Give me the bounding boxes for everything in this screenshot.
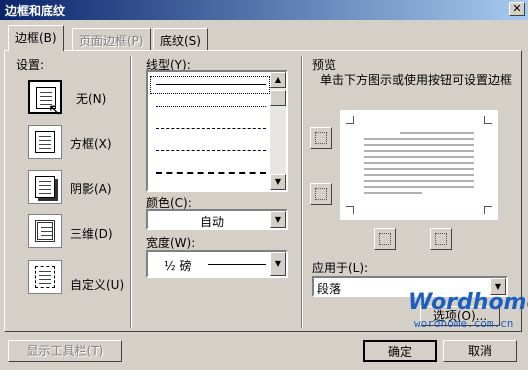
line-style-selected — [150, 76, 270, 94]
setting-3d-label: 三维(D) — [70, 227, 113, 241]
border-top-icon — [315, 132, 327, 144]
arrow-down-icon: ▼ — [274, 177, 282, 186]
doc-box-icon — [35, 131, 55, 153]
preview-text-line — [400, 132, 474, 134]
preview-text-line — [364, 168, 474, 170]
corner-mark — [484, 116, 492, 124]
border-bottom-button[interactable] — [310, 183, 332, 205]
corner-mark — [346, 206, 354, 214]
apply-to-label: 应用于(L): — [312, 261, 369, 275]
tab-shading[interactable]: 底纹(S) — [153, 28, 208, 50]
scroll-down-button[interactable]: ▼ — [270, 174, 286, 190]
line-style-solid[interactable] — [156, 84, 266, 85]
divider — [301, 56, 303, 328]
close-icon: ✕ — [512, 2, 522, 15]
preview-text-line — [364, 174, 474, 176]
close-button[interactable]: ✕ — [509, 2, 525, 16]
title-bar[interactable]: 边框和底纹 ✕ — [0, 0, 528, 20]
preview-text-line — [364, 192, 422, 194]
width-select[interactable]: ½ 磅 ▼ — [146, 250, 288, 278]
line-style-list[interactable]: ▲ ▼ — [146, 70, 288, 192]
chevron-down-icon: ▼ — [274, 259, 282, 268]
setting-none-label: 无(N) — [76, 92, 107, 106]
color-select[interactable]: 自动 ▼ — [146, 209, 288, 230]
corner-mark — [346, 116, 354, 124]
preview-text-line — [364, 156, 474, 158]
preview-text-line — [364, 150, 474, 152]
window-title: 边框和底纹 — [5, 4, 66, 18]
preview-text-line — [364, 144, 474, 146]
doc-custom-icon — [35, 266, 55, 288]
setting-box-label: 方框(X) — [70, 137, 112, 151]
arrow-up-icon: ▲ — [274, 75, 282, 84]
border-right-icon — [435, 233, 447, 245]
border-right-button[interactable] — [430, 228, 452, 250]
line-style-dashed-short[interactable] — [156, 128, 266, 129]
ok-button[interactable]: 确定 — [363, 340, 437, 362]
color-value: 自动 — [200, 215, 225, 229]
setting-3d-button[interactable] — [28, 214, 62, 248]
tab-page-border[interactable]: 页面边框(P) — [72, 28, 151, 50]
settings-heading: 设置: — [16, 58, 45, 72]
preview-text-line — [364, 138, 474, 140]
preview-area[interactable] — [340, 110, 498, 220]
show-toolbar-button[interactable]: 显示工具栏(T) — [8, 340, 122, 362]
width-line-sample — [208, 264, 266, 265]
width-value: ½ 磅 — [164, 259, 192, 273]
border-top-button[interactable] — [310, 127, 332, 149]
doc-shadow-icon — [35, 176, 55, 198]
cancel-button[interactable]: 取消 — [443, 340, 517, 362]
line-style-dotted[interactable] — [156, 106, 266, 107]
border-bottom-icon — [315, 188, 327, 200]
wordhome-url: wordhome.com.cn — [414, 317, 514, 330]
setting-custom-button[interactable] — [28, 260, 62, 294]
color-dropdown-button[interactable]: ▼ — [270, 211, 286, 228]
preview-text-line — [364, 186, 474, 188]
chevron-down-icon: ▼ — [274, 215, 282, 224]
setting-custom-label: 自定义(U) — [70, 278, 125, 292]
setting-box-button[interactable] — [28, 125, 62, 159]
border-left-icon — [379, 233, 391, 245]
wordhome-logo: Wordhome — [408, 290, 528, 315]
border-left-button[interactable] — [374, 228, 396, 250]
apply-to-value: 段落 — [317, 282, 342, 296]
doc-3d-icon — [35, 220, 55, 242]
width-dropdown-button[interactable]: ▼ — [270, 252, 286, 276]
line-style-dash-dot[interactable] — [156, 172, 266, 174]
preview-text-line — [364, 162, 474, 164]
line-style-scrollbar[interactable]: ▲ ▼ — [270, 72, 286, 190]
setting-shadow-label: 阴影(A) — [70, 182, 112, 196]
corner-mark — [484, 206, 492, 214]
preview-text-line — [364, 180, 474, 182]
scroll-up-button[interactable]: ▲ — [270, 72, 286, 88]
preview-hint: 单击下方图示或使用按钮可设置边框 — [320, 73, 513, 87]
width-label: 宽度(W): — [146, 236, 196, 250]
mouse-cursor-icon: ↖ — [48, 100, 62, 119]
tab-borders[interactable]: 边框(B) — [8, 25, 64, 51]
scroll-thumb[interactable] — [270, 90, 286, 106]
setting-shadow-button[interactable] — [28, 170, 62, 204]
line-style-dashed[interactable] — [156, 150, 266, 151]
divider — [130, 56, 132, 328]
